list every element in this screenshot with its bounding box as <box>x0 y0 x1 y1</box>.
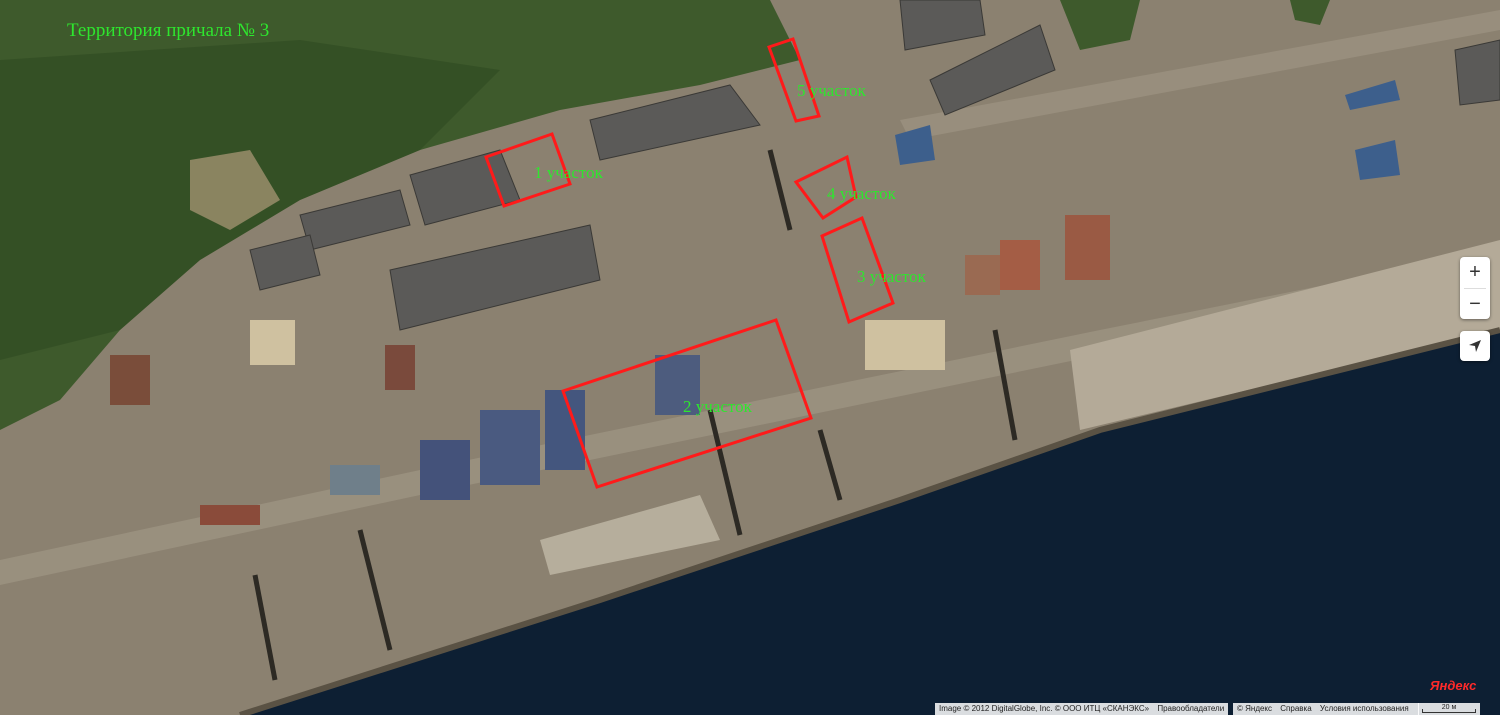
scale-bar: 20 м <box>1418 703 1480 715</box>
footer-links: © Яндекс Справка Условия использования <box>1233 703 1419 715</box>
scale-line <box>1422 709 1476 713</box>
rights-holders-link[interactable]: Правообладатели <box>1157 704 1224 713</box>
terms-link[interactable]: Условия использования <box>1320 704 1409 713</box>
plot-4-label: 4 участок <box>827 184 896 203</box>
navigation-arrow-icon <box>1469 340 1481 352</box>
map-title: Территория причала № 3 <box>67 20 270 41</box>
zoom-out-button[interactable]: − <box>1460 289 1490 320</box>
locate-button[interactable] <box>1460 331 1490 361</box>
help-link[interactable]: Справка <box>1280 704 1311 713</box>
satellite-map[interactable] <box>0 0 1500 715</box>
copyright-text: Image © 2012 DigitalGlobe, Inc. © ООО ИТ… <box>939 704 1150 713</box>
zoom-in-button[interactable]: + <box>1460 257 1490 288</box>
copyright-bar: Image © 2012 DigitalGlobe, Inc. © ООО ИТ… <box>935 703 1229 715</box>
zoom-control: + − <box>1460 257 1490 319</box>
yandex-logo[interactable]: Яндекс <box>1430 678 1476 693</box>
plot-3-label: 3 участок <box>857 267 926 286</box>
plot-2-label: 2 участок <box>683 397 752 416</box>
plot-5-label: 5 участок <box>797 81 866 100</box>
yandex-copyright: © Яндекс <box>1237 704 1273 713</box>
plot-1-label: 1 участок <box>534 163 603 182</box>
